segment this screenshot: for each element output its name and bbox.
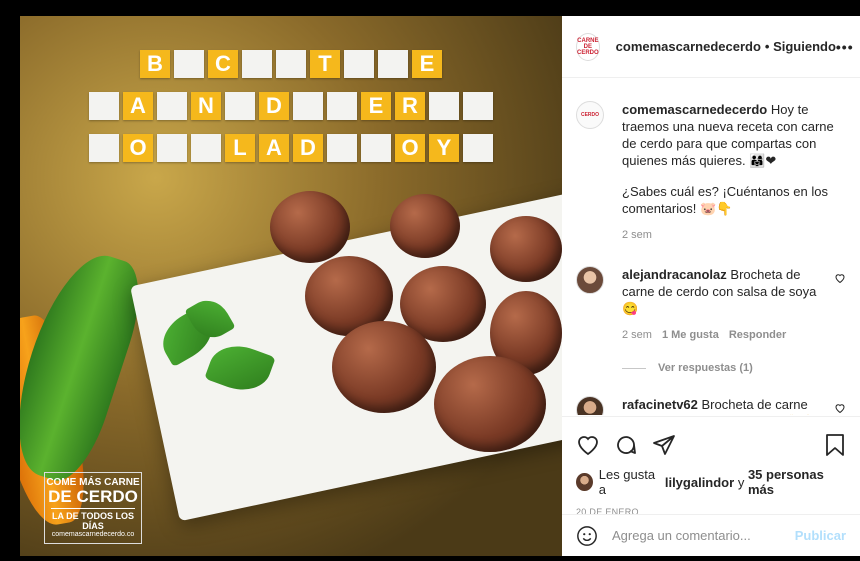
title-tile: D <box>293 134 323 162</box>
title-tile <box>344 50 374 78</box>
comment-item: rafacinetv62 Brocheta de carne de cerdo … <box>576 396 846 415</box>
title-tile <box>378 50 408 78</box>
comment-meta: 2 sem 1 Me gusta Responder <box>622 327 824 344</box>
title-tile <box>327 134 357 162</box>
title-line-2: A N D ER <box>20 92 562 120</box>
caption-username[interactable]: comemascarnedecerdo <box>622 102 767 117</box>
comments-list[interactable]: CERDO comemascarnedecerdo Hoy te traemos… <box>562 79 860 415</box>
title-tile <box>89 92 119 120</box>
comment-username[interactable]: rafacinetv62 <box>622 397 698 412</box>
title-tile <box>293 92 323 120</box>
title-tile: T <box>310 50 340 78</box>
title-tile: L <box>225 134 255 162</box>
title-tile: A <box>259 134 289 162</box>
title-tile <box>157 134 187 162</box>
comment-like-icon[interactable] <box>834 272 846 344</box>
header-username[interactable]: comemascarnedecerdo <box>616 39 761 54</box>
post-title-overlay: BCTE ANDER OLADOY <box>20 50 562 176</box>
caption-text-2: ¿Sabes cuál es? ¡Cuéntanos en los coment… <box>622 184 828 216</box>
brand-line-2: DE CERDO <box>48 487 138 506</box>
title-tile <box>174 50 204 78</box>
likes-summary[interactable]: Les gusta a lilygalindor y 35 personas m… <box>576 467 846 497</box>
title-tile <box>225 92 255 120</box>
green-pepper <box>20 242 154 490</box>
caption-meta: 2 sem <box>622 227 846 244</box>
view-replies-label: Ver respuestas (1) <box>658 362 753 374</box>
title-tile: A <box>123 92 153 120</box>
title-tile: B <box>140 50 170 78</box>
title-tile: O <box>395 134 425 162</box>
title-tile: E <box>361 92 391 120</box>
save-icon[interactable] <box>824 433 846 457</box>
comment-item: alejandracanolaz Brocheta de carne de ce… <box>576 266 846 344</box>
comment-input[interactable] <box>610 527 795 544</box>
title-line-3: OLADOY <box>20 134 562 162</box>
title-tile: N <box>191 92 221 120</box>
title-tile <box>361 134 391 162</box>
more-options-icon[interactable]: ••• <box>836 39 854 55</box>
view-replies-button[interactable]: Ver respuestas (1) <box>622 362 846 374</box>
title-tile <box>242 50 272 78</box>
avatar[interactable] <box>576 396 604 415</box>
meatball <box>332 321 436 413</box>
comment-like-icon[interactable] <box>834 402 846 415</box>
follow-status[interactable]: • Siguiendo <box>765 39 836 54</box>
share-icon[interactable] <box>652 433 676 457</box>
liker-avatar <box>576 473 593 491</box>
title-tile <box>463 92 493 120</box>
title-tile: Y <box>429 134 459 162</box>
likes-user[interactable]: lilygalindor <box>665 475 734 490</box>
title-tile: D <box>259 92 289 120</box>
avatar[interactable]: CARNE DE CERDO <box>576 32 600 61</box>
title-tile: E <box>412 50 442 78</box>
action-icons <box>576 425 846 465</box>
brand-logo: COME MÁS CARNE DE CERDO LA DE TODOS LOS … <box>44 472 142 544</box>
title-tile: R <box>395 92 425 120</box>
comment-username[interactable]: alejandracanolaz <box>622 267 727 282</box>
likes-others[interactable]: 35 personas más <box>748 467 846 497</box>
emoji-icon[interactable] <box>576 525 598 547</box>
title-tile <box>191 134 221 162</box>
post-header: CARNE DE CERDO comemascarnedecerdo • Sig… <box>562 16 860 78</box>
title-tile <box>327 92 357 120</box>
post-actions: Les gusta a lilygalindor y 35 personas m… <box>562 416 860 517</box>
title-tile <box>89 134 119 162</box>
caption-text-1: comemascarnedecerdo Hoy te traemos una n… <box>622 101 846 169</box>
post-image[interactable]: BCTE ANDER OLADOY COME MÁS CARNE DE CERD… <box>20 16 562 556</box>
brand-line-4: comemascarnedecerdo.co <box>51 531 135 538</box>
comment-icon[interactable] <box>614 433 638 457</box>
title-tile: O <box>123 134 153 162</box>
title-tile: C <box>208 50 238 78</box>
replies-divider <box>622 367 646 369</box>
title-line-1: BCTE <box>20 50 562 78</box>
avatar[interactable] <box>576 266 604 294</box>
likes-prefix: Les gusta a <box>598 467 656 497</box>
add-comment-bar: Publicar <box>562 514 860 556</box>
comment-time[interactable]: 2 sem <box>622 327 652 344</box>
caption: CERDO comemascarnedecerdo Hoy te traemos… <box>576 101 846 244</box>
meatball <box>390 194 460 258</box>
title-tile <box>276 50 306 78</box>
like-icon[interactable] <box>576 433 600 457</box>
likes-conj: y <box>737 474 745 490</box>
title-tile <box>157 92 187 120</box>
reply-button[interactable]: Responder <box>729 327 786 344</box>
post-side-panel: CARNE DE CERDO comemascarnedecerdo • Sig… <box>562 16 860 556</box>
meatball <box>434 356 546 452</box>
title-tile <box>463 134 493 162</box>
comment-likes[interactable]: 1 Me gusta <box>662 327 719 344</box>
avatar[interactable]: CERDO <box>576 101 604 129</box>
title-tile <box>429 92 459 120</box>
caption-time[interactable]: 2 sem <box>622 227 652 244</box>
meatball <box>490 216 562 282</box>
brand-line-3: LA DE TODOS LOS DÍAS <box>51 508 135 531</box>
meatball <box>270 191 350 263</box>
avatar-text: CARNE DE CERDO <box>577 37 599 56</box>
publish-button[interactable]: Publicar <box>795 528 846 543</box>
